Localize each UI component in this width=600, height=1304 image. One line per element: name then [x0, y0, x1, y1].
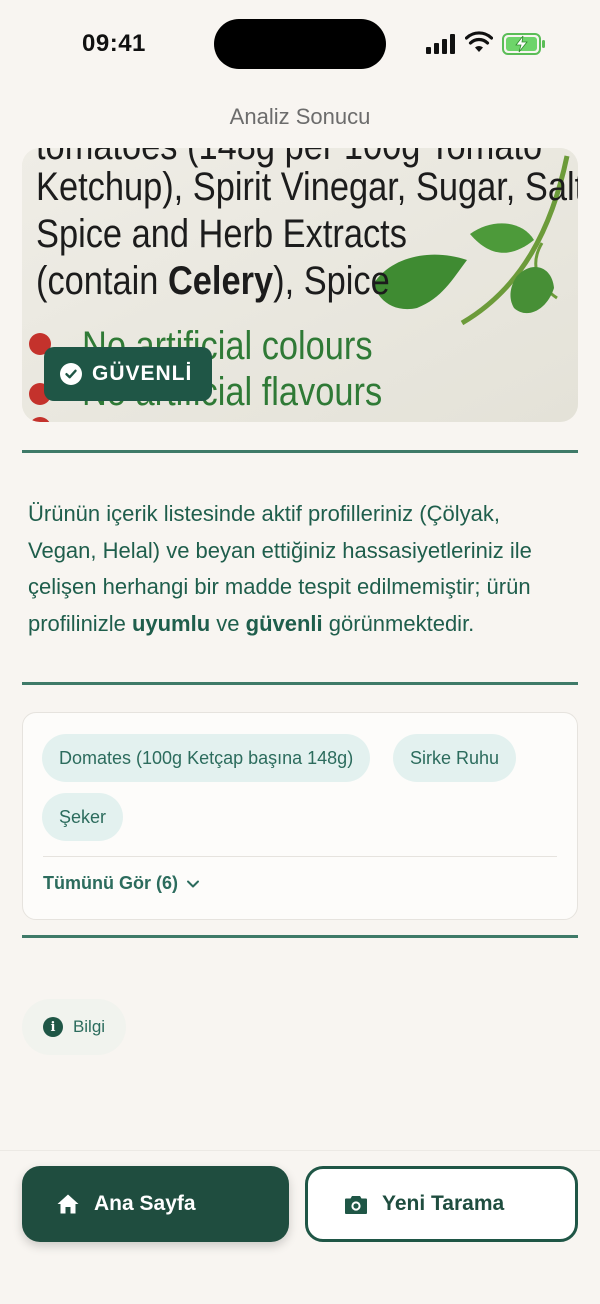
divider-bottom [22, 935, 578, 938]
divider-middle [22, 682, 578, 685]
camera-icon [345, 1195, 367, 1214]
status-time: 09:41 [82, 30, 146, 57]
info-icon: i [42, 1017, 63, 1037]
summary-bold-compatible: uyumlu [131, 610, 211, 636]
summary-text-3: görünmektedir. [322, 610, 475, 636]
bottom-action-bar: Ana Sayfa Yeni Tarama [0, 1150, 600, 1304]
info-label: Bilgi [72, 1017, 106, 1036]
ingredient-chip[interactable]: Şeker [42, 793, 124, 841]
new-scan-button[interactable]: Yeni Tarama [305, 1166, 578, 1242]
ingredient-chip[interactable]: Domates (100g Ketçap başına 148g) [42, 734, 371, 782]
wifi-icon [465, 31, 493, 52]
see-all-label: Tümünü Gör (6) [43, 873, 178, 893]
home-icon [57, 1194, 79, 1214]
summary-text-2: ve [210, 610, 246, 636]
status-badge-label: GÜVENLİ [92, 362, 193, 385]
summary-bold-safe: güvenli [245, 610, 323, 636]
new-scan-button-label: Yeni Tarama [382, 1192, 505, 1215]
info-button[interactable]: i Bilgi [22, 999, 126, 1055]
photo-text-celery: Celery [167, 259, 274, 303]
status-bar: 09:41 [0, 0, 600, 90]
photo-text-line-2: Spice and Herb Extracts [36, 212, 407, 256]
home-button[interactable]: Ana Sayfa [22, 1166, 289, 1242]
ingredient-chip[interactable]: Sirke Ruhu [393, 734, 517, 782]
photo-text-contain: (contain [36, 259, 168, 303]
photo-text-line-1: Ketchup), Spirit Vinegar, Sugar, Salt, [36, 165, 578, 209]
home-button-label: Ana Sayfa [94, 1192, 196, 1215]
check-circle-icon [60, 363, 82, 385]
ingredients-card: Domates (100g Ketçap başına 148g) Sirke … [22, 712, 578, 920]
status-badge: GÜVENLİ [44, 347, 213, 401]
photo-text-line-3: (contain Celery), Spice [36, 259, 390, 304]
battery-charging-icon [502, 33, 545, 55]
see-all-button[interactable]: Tümünü Gör (6) [43, 873, 200, 894]
dynamic-island [214, 19, 386, 69]
divider-top [22, 450, 578, 453]
analysis-summary: Ürünün içerik listesinde aktif profiller… [28, 496, 574, 642]
chevron-down-icon [186, 880, 199, 887]
card-separator [43, 856, 557, 857]
photo-text-spice: ), Spice [273, 259, 390, 303]
cellular-signal-icon [426, 34, 455, 54]
screen-title: Analiz Sonucu [229, 104, 371, 129]
